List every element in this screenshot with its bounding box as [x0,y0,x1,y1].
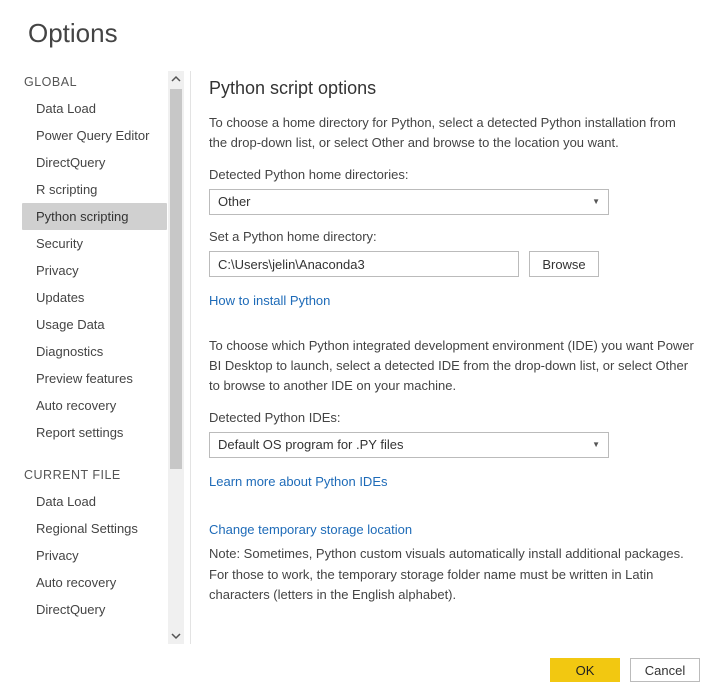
home-path-input[interactable] [209,251,519,277]
nav-cf-data-load[interactable]: Data Load [22,488,167,515]
nav-diagnostics[interactable]: Diagnostics [22,338,167,365]
content-heading: Python script options [209,75,694,103]
nav-power-query-editor[interactable]: Power Query Editor [22,122,167,149]
nav-privacy[interactable]: Privacy [22,257,167,284]
scroll-down-icon[interactable] [168,628,184,644]
chevron-down-icon: ▼ [592,196,600,208]
scroll-thumb[interactable] [170,89,182,469]
chevron-down-icon: ▼ [592,439,600,451]
nav-data-load[interactable]: Data Load [22,95,167,122]
browse-button[interactable]: Browse [529,251,599,277]
intro-text: To choose a home directory for Python, s… [209,113,694,153]
dialog-body: GLOBAL Data Load Power Query Editor Dire… [0,67,720,648]
nav-preview-features[interactable]: Preview features [22,365,167,392]
sidebar-section-global: GLOBAL [22,67,167,95]
install-python-link[interactable]: How to install Python [209,291,330,311]
nav-updates[interactable]: Updates [22,284,167,311]
nav-cf-auto-recovery[interactable]: Auto recovery [22,569,167,596]
nav-python-scripting[interactable]: Python scripting [22,203,167,230]
content-pane: Python script options To choose a home d… [195,67,720,648]
scroll-up-icon[interactable] [168,71,184,87]
sidebar-scrollbar[interactable] [168,71,184,644]
nav-cf-directquery[interactable]: DirectQuery [22,596,167,623]
nav-cf-privacy[interactable]: Privacy [22,542,167,569]
options-dialog: Options GLOBAL Data Load Power Query Edi… [0,0,720,696]
sidebar-section-current-file: CURRENT FILE [22,460,167,488]
nav-usage-data[interactable]: Usage Data [22,311,167,338]
nav-r-scripting[interactable]: R scripting [22,176,167,203]
nav-cf-regional-settings[interactable]: Regional Settings [22,515,167,542]
detected-dirs-dropdown[interactable]: Other ▼ [209,189,609,215]
dialog-title: Options [0,0,720,67]
nav-directquery[interactable]: DirectQuery [22,149,167,176]
dialog-footer: OK Cancel [0,648,720,696]
sidebar: GLOBAL Data Load Power Query Editor Dire… [0,67,190,648]
nav-report-settings[interactable]: Report settings [22,419,167,446]
nav-auto-recovery[interactable]: Auto recovery [22,392,167,419]
detected-dirs-label: Detected Python home directories: [209,165,694,185]
detected-ides-label: Detected Python IDEs: [209,408,694,428]
nav-security[interactable]: Security [22,230,167,257]
ide-intro: To choose which Python integrated develo… [209,336,694,396]
set-home-label: Set a Python home directory: [209,227,694,247]
ok-button[interactable]: OK [550,658,620,682]
change-storage-link[interactable]: Change temporary storage location [209,520,412,540]
cancel-button[interactable]: Cancel [630,658,700,682]
storage-note: Note: Sometimes, Python custom visuals a… [209,544,694,604]
vertical-divider [190,71,191,644]
detected-ides-dropdown[interactable]: Default OS program for .PY files ▼ [209,432,609,458]
detected-ides-value: Default OS program for .PY files [218,435,403,455]
learn-ides-link[interactable]: Learn more about Python IDEs [209,472,388,492]
detected-dirs-value: Other [218,192,251,212]
